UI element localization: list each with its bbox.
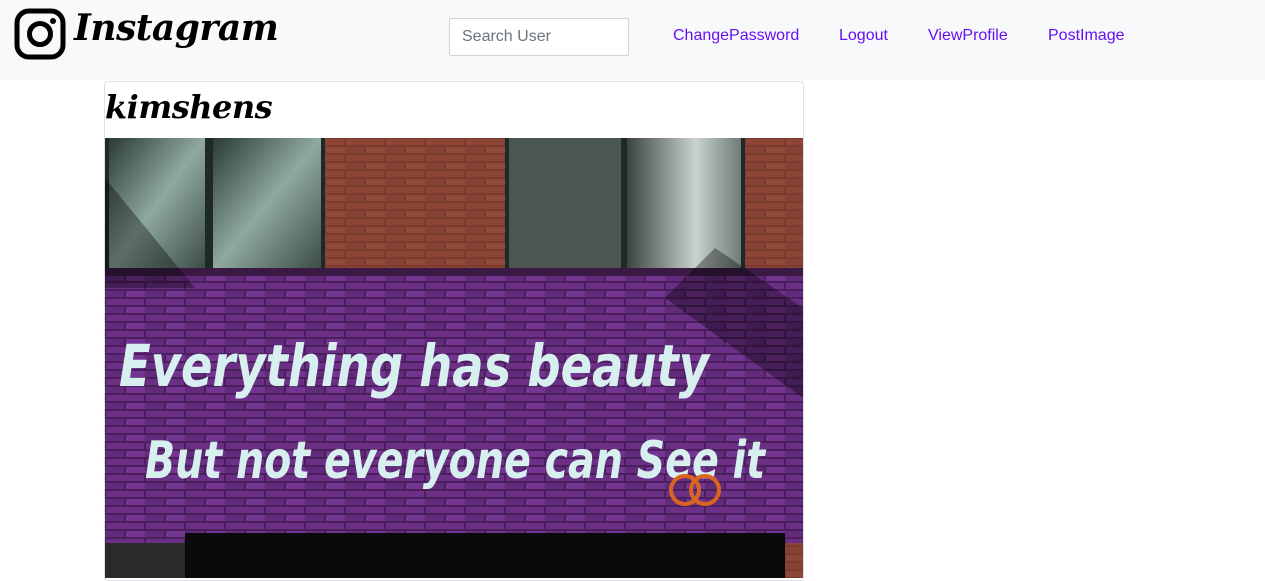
brand-link[interactable]: Instagram: [14, 7, 279, 60]
brand-name: Instagram: [74, 7, 279, 49]
post-card: kimshens Everything has beauty But not e…: [104, 81, 804, 581]
change-password-link[interactable]: ChangePassword: [673, 27, 799, 45]
post-username: kimshens: [105, 88, 273, 126]
post-image-link[interactable]: PostImage: [1048, 27, 1124, 45]
navbar: Instagram ChangePassword Logout ViewProf…: [0, 0, 1265, 80]
view-profile-link[interactable]: ViewProfile: [928, 27, 1008, 45]
logout-link[interactable]: Logout: [839, 27, 888, 45]
search-user-input[interactable]: [449, 18, 629, 56]
post-image: Everything has beauty But not everyone c…: [105, 138, 803, 578]
graffiti-line-1: Everything has beauty: [119, 332, 711, 400]
instagram-logo-icon: [14, 8, 66, 60]
